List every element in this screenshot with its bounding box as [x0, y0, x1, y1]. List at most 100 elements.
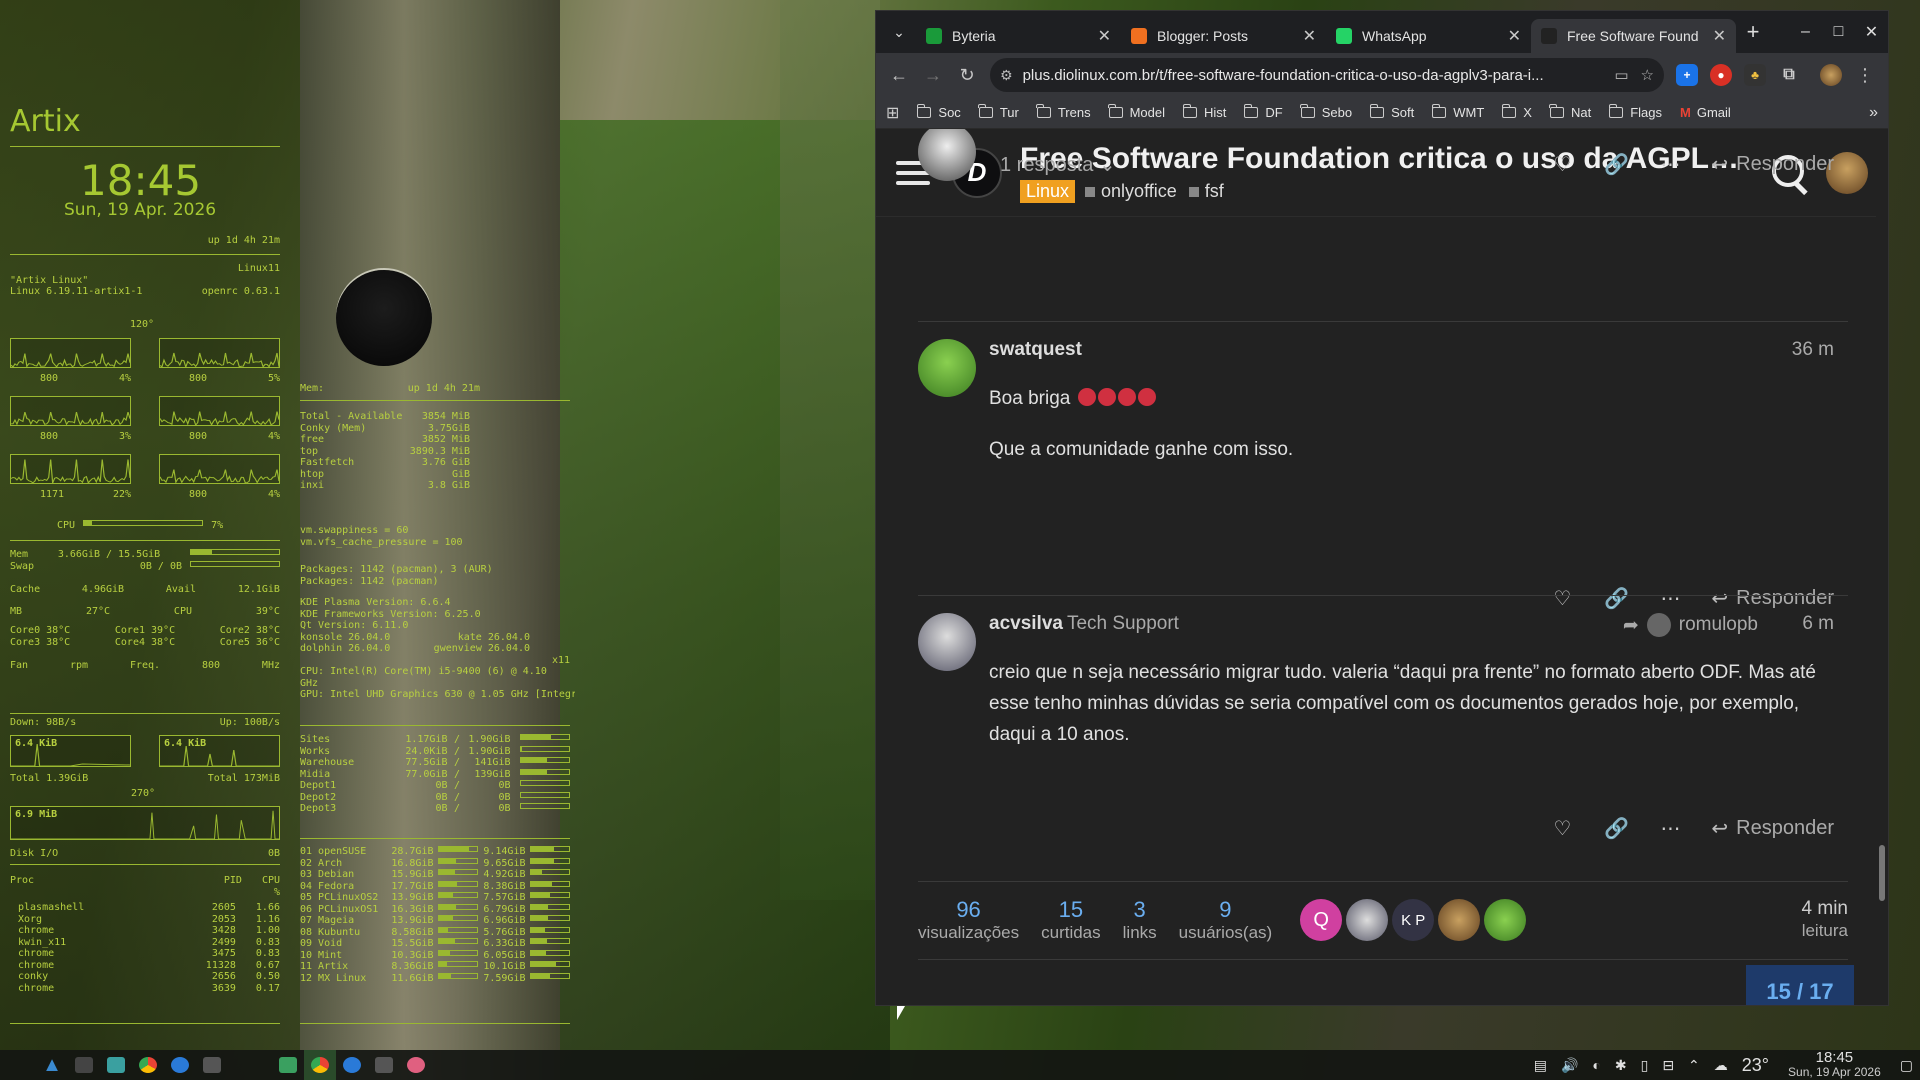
extension-yellow-icon[interactable]: ♣ — [1744, 64, 1766, 86]
copy-link-icon[interactable]: 🔗 — [1589, 152, 1643, 177]
bookmark-soc[interactable]: Soc — [917, 105, 960, 120]
bluetooth-icon[interactable]: ✱ — [1615, 1057, 1627, 1074]
close-tab-icon[interactable]: ✕ — [1098, 26, 1111, 46]
browser-tab[interactable]: Free Software Found ✕ — [1531, 19, 1736, 53]
volume-icon[interactable]: 🔊 — [1561, 1057, 1578, 1074]
bookmark-df[interactable]: DF — [1244, 105, 1282, 120]
close-window-icon[interactable]: ✕ — [1855, 22, 1888, 42]
forward-arrow-icon[interactable]: → — [916, 58, 950, 92]
address-bar[interactable]: ⚙ plus.diolinux.com.br/t/free-software-f… — [990, 58, 1664, 92]
author-avatar[interactable] — [918, 613, 976, 671]
like-heart-icon[interactable]: ♡ — [1535, 586, 1589, 611]
bookmark-trens[interactable]: Trens — [1037, 105, 1091, 120]
conky-down-graph: 6.4 KiB — [10, 735, 131, 767]
site-info-icon[interactable]: ⚙ — [1000, 67, 1013, 84]
topic-stat[interactable]: 3 links — [1123, 897, 1157, 943]
thunderbird-icon[interactable] — [164, 1050, 196, 1080]
bookmark-soft[interactable]: Soft — [1370, 105, 1414, 120]
artix-launcher-icon[interactable]: ▲ — [36, 1050, 68, 1080]
cast-icon[interactable]: ▭ — [1614, 66, 1628, 84]
weather-temp[interactable]: 23° — [1742, 1055, 1769, 1076]
show-desktop-icon[interactable]: ▢ — [1900, 1057, 1913, 1074]
bookmark-gmail[interactable]: M Gmail — [1680, 105, 1731, 120]
new-tab-button[interactable]: + — [1736, 19, 1770, 45]
close-tab-icon[interactable]: ✕ — [1508, 26, 1521, 46]
battery-icon[interactable]: ▯ — [1641, 1057, 1649, 1074]
browser-tab[interactable]: Byteria ✕ — [916, 19, 1121, 53]
reply-button[interactable]: ↩ Responder — [1711, 816, 1834, 841]
conky-pct-header: % — [274, 887, 280, 899]
post-time[interactable]: 36 m — [1792, 339, 1834, 361]
like-heart-icon[interactable]: ♡ — [1535, 816, 1589, 841]
reply-to-indicator[interactable]: ➦ romulopb — [1623, 613, 1758, 637]
apps-grid-icon[interactable]: ⊞ — [886, 103, 899, 123]
minimize-icon[interactable]: – — [1789, 23, 1822, 41]
task-thunderbird-icon[interactable] — [336, 1050, 368, 1080]
bookmark-tur[interactable]: Tur — [979, 105, 1019, 120]
task-konsole-icon[interactable] — [368, 1050, 400, 1080]
reload-icon[interactable]: ↻ — [950, 58, 984, 92]
back-arrow-icon[interactable]: ← — [882, 58, 916, 92]
participant-avatar[interactable]: K P — [1392, 899, 1434, 941]
bookmark-x[interactable]: X — [1502, 105, 1532, 120]
participant-avatar[interactable]: Q — [1300, 899, 1342, 941]
browser-tab[interactable]: Blogger: Posts ✕ — [1121, 19, 1326, 53]
more-options-icon[interactable]: ⋯ — [1643, 816, 1697, 841]
profile-avatar[interactable] — [1820, 64, 1842, 86]
chrome-icon[interactable] — [132, 1050, 164, 1080]
more-options-icon[interactable]: ⋯ — [1643, 586, 1697, 611]
more-options-icon[interactable]: ⋯ — [1643, 152, 1697, 177]
tray-expand-icon[interactable]: ⌃ — [1688, 1057, 1700, 1074]
extension-plus-icon[interactable]: + — [1676, 64, 1698, 86]
bookmark-flags[interactable]: Flags — [1609, 105, 1662, 120]
copy-link-icon[interactable]: 🔗 — [1589, 586, 1643, 611]
close-tab-icon[interactable]: ✕ — [1303, 26, 1316, 46]
bookmark-wmt[interactable]: WMT — [1432, 105, 1484, 120]
like-heart-icon[interactable]: ♡ — [1535, 152, 1589, 177]
topic-stat[interactable]: 96 visualizações — [918, 897, 1019, 943]
post-author[interactable]: swatquest — [989, 339, 1082, 361]
bookmark-hist[interactable]: Hist — [1183, 105, 1226, 120]
participant-avatar[interactable] — [1438, 899, 1480, 941]
conky-kernel: Linux 6.19.11-artix1-1 — [10, 286, 142, 298]
task-app-icon[interactable] — [400, 1050, 432, 1080]
extensions-puzzle-icon[interactable]: ⧉ — [1778, 64, 1800, 86]
bookmark-sebo[interactable]: Sebo — [1301, 105, 1352, 120]
tab-search-chevron-icon[interactable]: ⌄ — [882, 15, 916, 49]
maximize-icon[interactable]: □ — [1822, 23, 1855, 41]
reply-button[interactable]: ↩ Responder — [1711, 152, 1834, 177]
bookmark-nat[interactable]: Nat — [1550, 105, 1591, 120]
file-manager-icon[interactable] — [100, 1050, 132, 1080]
url-text[interactable]: plus.diolinux.com.br/t/free-software-fou… — [1023, 67, 1603, 84]
scrollbar-thumb[interactable] — [1879, 845, 1885, 901]
participant-avatar[interactable] — [1346, 899, 1388, 941]
terminal-icon[interactable] — [68, 1050, 100, 1080]
replies-toggle[interactable]: 1 resposta ⌄ — [1000, 152, 1116, 177]
bookmark-star-icon[interactable]: ☆ — [1641, 66, 1654, 84]
konsole-icon[interactable] — [196, 1050, 228, 1080]
post-time[interactable]: 6 m — [1802, 613, 1834, 635]
task-files-icon[interactable] — [272, 1050, 304, 1080]
clipboard-icon[interactable]: ▤ — [1534, 1057, 1547, 1074]
network-icon[interactable]: ⊟ — [1662, 1057, 1674, 1074]
clock[interactable]: 18:45 Sun, 19 Apr 2026 — [1788, 1051, 1881, 1079]
browser-menu-icon[interactable]: ⋮ — [1848, 58, 1882, 92]
copy-link-icon[interactable]: 🔗 — [1589, 816, 1643, 841]
topic-stat[interactable]: 9 usuários(as) — [1179, 897, 1273, 943]
reply-button[interactable]: ↩ Responder — [1711, 586, 1834, 611]
task-chrome-icon[interactable] — [304, 1050, 336, 1080]
post-author[interactable]: acvsilva Tech Support — [989, 613, 1179, 635]
browser-tab[interactable]: WhatsApp ✕ — [1326, 19, 1531, 53]
night-color-icon[interactable]: ◐ — [1592, 1057, 1600, 1073]
topic-stat[interactable]: 15 curtidas — [1041, 897, 1101, 943]
scrollbar[interactable] — [1876, 129, 1888, 1006]
close-tab-icon[interactable]: ✕ — [1713, 26, 1726, 46]
topic-progress[interactable]: 15 / 17 — [1746, 965, 1854, 1006]
extension-red-icon[interactable]: ● — [1710, 64, 1732, 86]
bookmark-model[interactable]: Model — [1109, 105, 1165, 120]
weather-icon[interactable]: ☁ — [1714, 1057, 1728, 1074]
participant-avatar[interactable] — [1484, 899, 1526, 941]
author-avatar[interactable] — [918, 129, 976, 181]
bookmarks-overflow-icon[interactable]: » — [1869, 104, 1878, 122]
author-avatar[interactable] — [918, 339, 976, 397]
